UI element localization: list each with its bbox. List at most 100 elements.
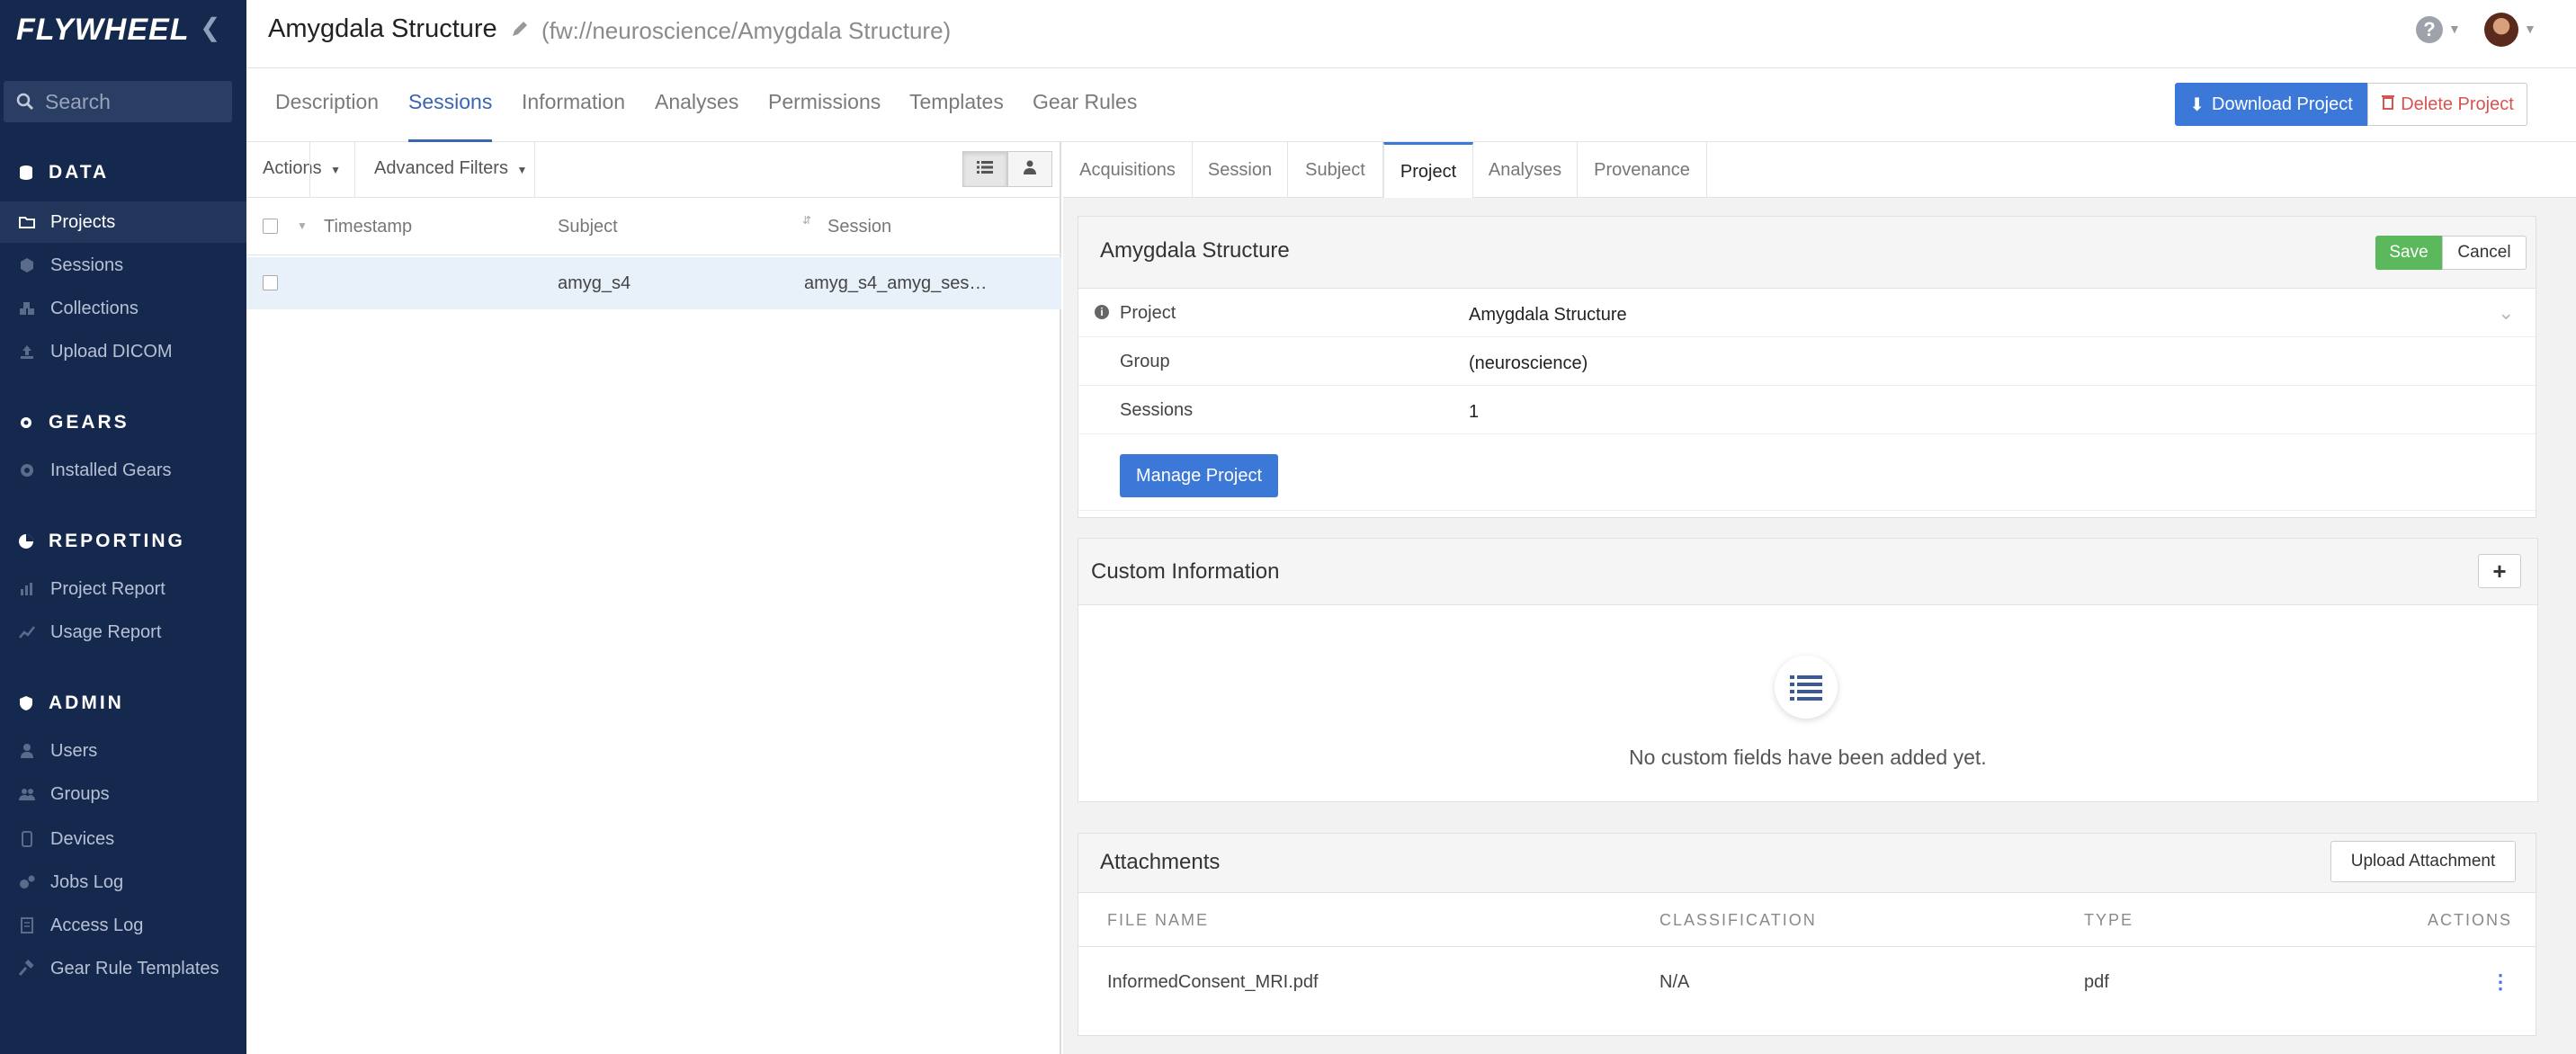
- table-row[interactable]: amyg_s4 amyg_s4_amyg_ses…: [246, 257, 1061, 309]
- subject-view-button[interactable]: [1007, 151, 1052, 187]
- tab-information[interactable]: Information: [522, 90, 625, 142]
- column-timestamp[interactable]: Timestamp: [324, 217, 412, 237]
- delete-project-button[interactable]: Delete Project: [2367, 83, 2527, 126]
- project-card: Amygdala Structure Save Cancel i Project…: [1078, 216, 2536, 518]
- sort-caret-icon[interactable]: ▼: [297, 219, 308, 232]
- upload-attachment-button[interactable]: Upload Attachment: [2330, 841, 2516, 882]
- cancel-button[interactable]: Cancel: [2442, 236, 2527, 270]
- project-path: (fw://neuroscience/Amygdala Structure): [541, 17, 952, 44]
- column-file-name: FILE NAME: [1107, 911, 1210, 929]
- column-session[interactable]: Session: [827, 217, 891, 237]
- flywheel-logo[interactable]: FLYWHEEL: [16, 13, 189, 48]
- project-card-header: Amygdala Structure Save Cancel: [1078, 217, 2536, 289]
- sidebar-item-users[interactable]: Users: [0, 730, 246, 772]
- advanced-filters-dropdown[interactable]: Advanced Filters ▼: [374, 158, 527, 179]
- section-reporting: REPORTING: [18, 531, 185, 552]
- attachments-card: Attachments Upload Attachment FILE NAME …: [1078, 833, 2536, 1036]
- download-project-button[interactable]: ⬇ Download Project: [2175, 83, 2367, 126]
- tab-provenance[interactable]: Provenance: [1578, 142, 1707, 198]
- sidebar-item-sessions[interactable]: Sessions: [0, 245, 246, 286]
- sessions-value: 1: [1469, 402, 1480, 422]
- sidebar-item-upload-dicom[interactable]: Upload DICOM: [0, 331, 246, 372]
- sidebar-item-label: Sessions: [50, 255, 124, 275]
- tab-subject[interactable]: Subject: [1288, 142, 1383, 198]
- attachment-file-name[interactable]: InformedConsent_MRI.pdf: [1107, 972, 1319, 993]
- custom-information-title: Custom Information: [1091, 559, 1280, 584]
- sidebar-item-groups[interactable]: Groups: [0, 773, 246, 815]
- actions-dropdown[interactable]: Actions ▼: [263, 158, 341, 179]
- save-button[interactable]: Save: [2375, 236, 2442, 270]
- section-gears: GEARS: [18, 412, 130, 433]
- sort-icon[interactable]: ⇵: [802, 214, 811, 227]
- detail-tabs: Acquisitions Session Subject Project Ana…: [1063, 142, 2576, 199]
- section-reporting-label: REPORTING: [49, 531, 185, 551]
- search-input[interactable]: [45, 89, 216, 114]
- list-header: ▼ Timestamp Subject ⇵ Session: [246, 198, 1061, 255]
- help-icon[interactable]: ?: [2416, 16, 2443, 43]
- download-project-label: Download Project: [2212, 94, 2353, 114]
- add-custom-field-button[interactable]: +: [2478, 554, 2521, 588]
- chevron-down-icon[interactable]: ⌄: [2498, 301, 2514, 325]
- info-icon[interactable]: i: [1095, 305, 1109, 319]
- list-icon: [977, 160, 993, 179]
- sidebar-item-label: Collections: [50, 298, 139, 318]
- project-value[interactable]: Amygdala Structure: [1469, 305, 1627, 326]
- chevron-down-icon[interactable]: ▼: [2524, 22, 2536, 36]
- sidebar-item-jobs-log[interactable]: Jobs Log: [0, 862, 246, 903]
- manage-project-button[interactable]: Manage Project: [1120, 454, 1278, 497]
- session-list-pane: Actions ▼ Advanced Filters ▼ ▼ Timestamp…: [246, 142, 1061, 1054]
- gears-icon: [18, 873, 36, 891]
- chevron-down-icon[interactable]: ▼: [2448, 22, 2461, 36]
- tab-sessions[interactable]: Sessions: [408, 90, 493, 142]
- tab-session[interactable]: Session: [1193, 142, 1288, 198]
- sidebar-item-label: Installed Gears: [50, 460, 172, 480]
- sidebar-item-gear-rule-templates[interactable]: Gear Rule Templates: [0, 948, 246, 989]
- tab-gear-rules[interactable]: Gear Rules: [1033, 90, 1137, 142]
- select-all-checkbox[interactable]: [263, 219, 278, 234]
- toolbar-divider: [354, 142, 355, 198]
- tab-analyses-detail[interactable]: Analyses: [1473, 142, 1578, 198]
- custom-information-header: Custom Information +: [1078, 539, 2537, 605]
- folder-open-icon: [18, 213, 36, 231]
- project-card-title: Amygdala Structure: [1100, 238, 1290, 263]
- download-icon: ⬇: [2189, 94, 2205, 115]
- sidebar-item-usage-report[interactable]: Usage Report: [0, 612, 246, 653]
- app-root: FLYWHEEL ❮ DATA Projects Sessions Collec…: [0, 0, 2576, 1054]
- list-view-button[interactable]: [962, 151, 1007, 187]
- sidebar-item-access-log[interactable]: Access Log: [0, 905, 246, 946]
- edit-pencil-icon[interactable]: [509, 18, 531, 40]
- custom-information-card: Custom Information + No custom fields ha…: [1078, 538, 2538, 802]
- tab-templates[interactable]: Templates: [909, 90, 1004, 142]
- sidebar-item-projects[interactable]: Projects: [0, 201, 246, 243]
- list-toolbar: Actions ▼ Advanced Filters ▼: [246, 142, 1061, 198]
- tab-permissions[interactable]: Permissions: [768, 90, 881, 142]
- row-checkbox[interactable]: [263, 275, 278, 290]
- collapse-sidebar-icon[interactable]: ❮: [200, 13, 220, 42]
- user-icon: [18, 742, 36, 760]
- group-label: Group: [1120, 352, 1170, 371]
- project-label: Project: [1120, 303, 1176, 323]
- avatar[interactable]: [2484, 13, 2518, 47]
- sidebar-item-devices[interactable]: Devices: [0, 818, 246, 860]
- toolbar-divider: [309, 142, 310, 198]
- search-box[interactable]: [4, 81, 232, 122]
- gear-icon: [18, 415, 34, 431]
- search-icon: [16, 93, 34, 111]
- tab-analyses[interactable]: Analyses: [655, 90, 738, 142]
- sidebar-item-label: Jobs Log: [50, 871, 124, 892]
- sidebar-item-collections[interactable]: Collections: [0, 288, 246, 329]
- gear-icon: [18, 461, 36, 479]
- page-header: Amygdala Structure (fw://neuroscience/Am…: [246, 0, 2576, 68]
- user-icon: [1024, 160, 1036, 179]
- tab-description[interactable]: Description: [275, 90, 379, 142]
- more-vertical-icon[interactable]: ⋮: [2491, 970, 2510, 994]
- column-type: TYPE: [2084, 911, 2134, 929]
- sidebar-item-project-report[interactable]: Project Report: [0, 568, 246, 610]
- attachments-title: Attachments: [1100, 850, 1221, 874]
- sidebar-item-installed-gears[interactable]: Installed Gears: [0, 450, 246, 491]
- delete-project-label: Delete Project: [2401, 94, 2514, 114]
- tab-acquisitions[interactable]: Acquisitions: [1063, 142, 1193, 198]
- column-subject[interactable]: Subject: [558, 217, 618, 237]
- section-admin: ADMIN: [18, 692, 124, 714]
- tab-project[interactable]: Project: [1383, 142, 1473, 199]
